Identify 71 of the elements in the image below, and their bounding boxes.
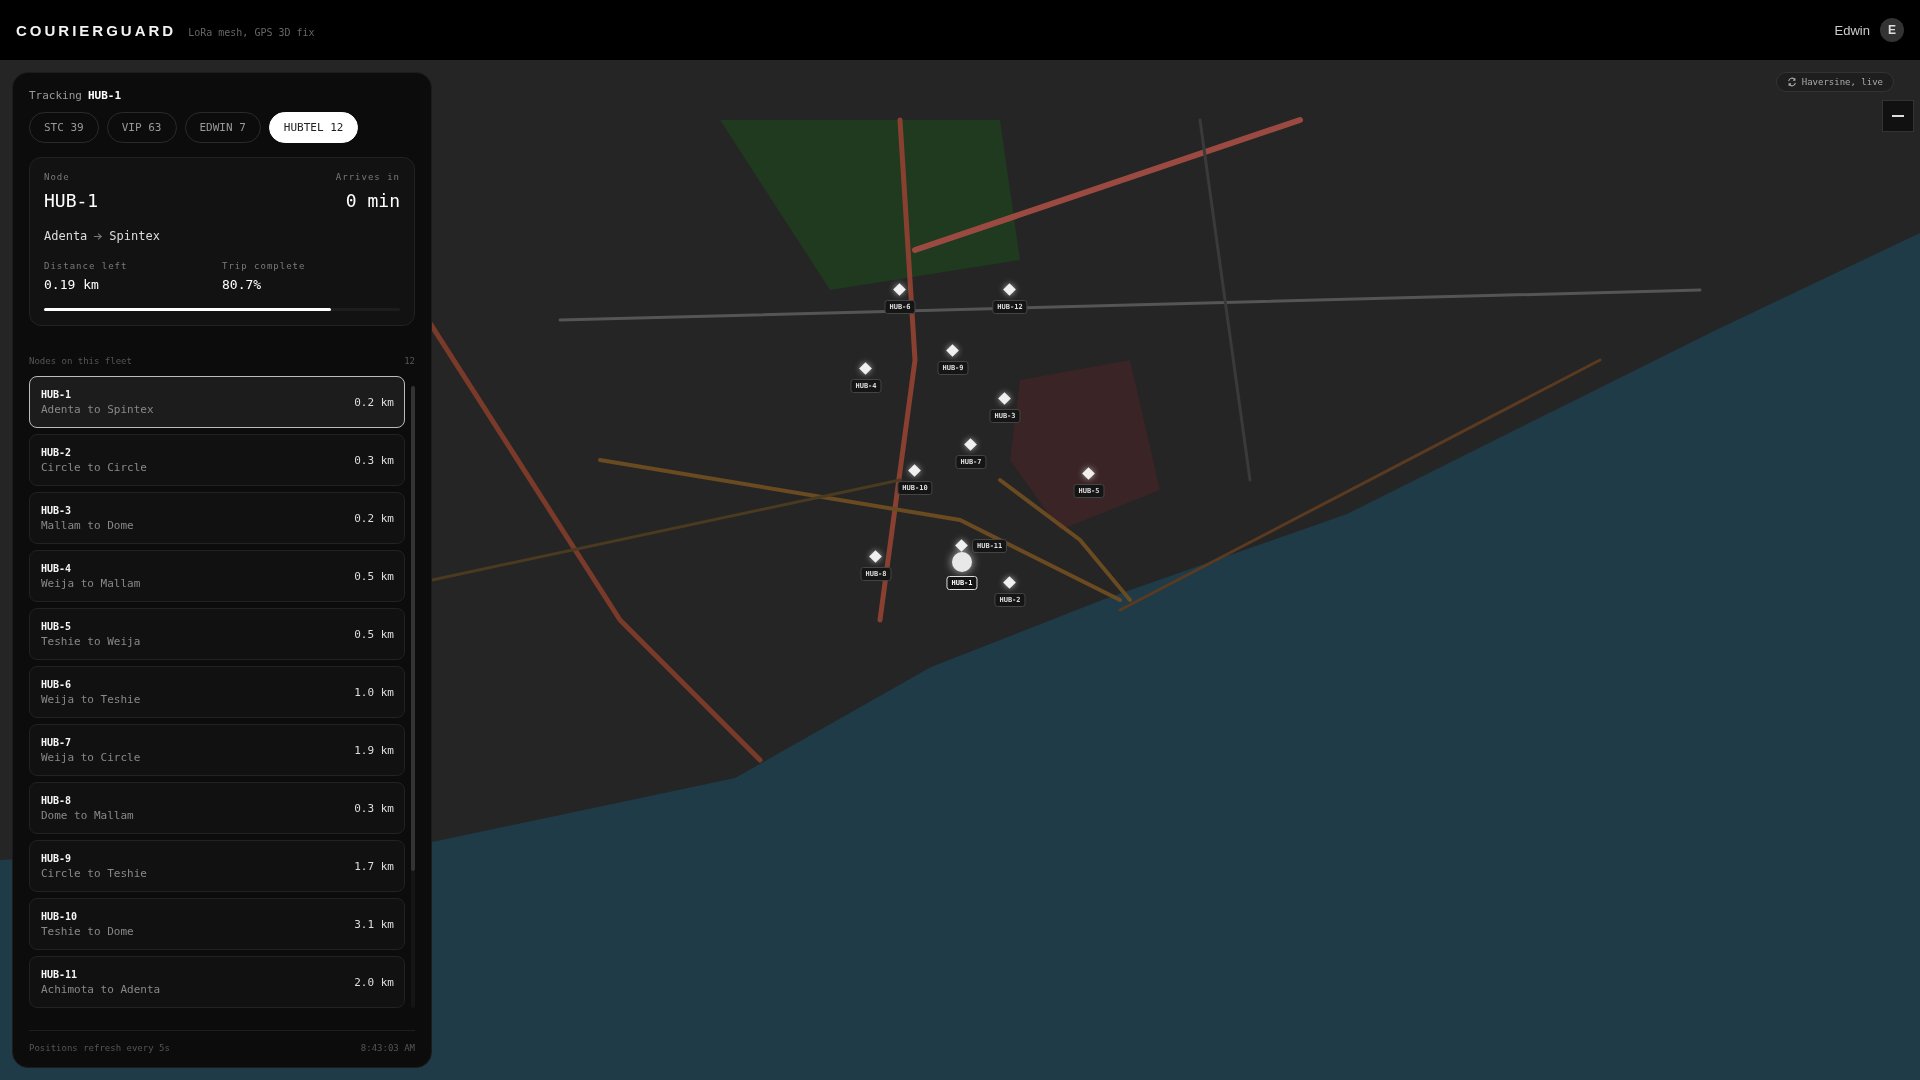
node-name: HUB-4 <box>41 562 73 574</box>
last-updated-time: 8:43:03 AM <box>360 1043 415 1053</box>
node-name: HUB-1 <box>41 388 73 400</box>
refresh-icon <box>1786 77 1797 87</box>
node-route: Dome to Mallam <box>41 808 134 822</box>
list-title: Nodes on this fleet <box>29 356 132 366</box>
route-destination: Spintex <box>109 229 160 243</box>
node-list-item[interactable]: HUB-7 Weija to Circle 1.9 km <box>29 724 405 776</box>
node-list-item[interactable]: HUB-8 Dome to Mallam 0.3 km <box>29 782 405 834</box>
eta-value: 0 min <box>345 190 400 211</box>
node-list-item[interactable]: HUB-4 Weija to Mallam 0.5 km <box>29 550 405 602</box>
scrollbar[interactable] <box>411 386 415 1008</box>
arrow-icon <box>93 231 104 241</box>
node-route: Weija to Circle <box>41 750 141 764</box>
node-route: Achimota to Adenta <box>41 982 161 996</box>
node-distance: 1.0 km <box>354 685 394 699</box>
distance-mode-chip[interactable]: Haversine, live <box>1775 72 1894 92</box>
node-route: Adenta to Spintex <box>41 402 154 416</box>
node-name: HUB-10 <box>41 910 79 922</box>
node-list-item[interactable]: HUB-10 Teshie to Dome 3.1 km <box>29 898 405 950</box>
node-distance: 2.0 km <box>354 975 394 989</box>
node-name: HUB-6 <box>41 678 73 690</box>
distance-value: 0.19 km <box>44 277 100 292</box>
distance-label: Distance left <box>44 261 129 271</box>
refresh-note: Positions refresh every 5s <box>29 1043 170 1053</box>
fleet-tab[interactable]: HUBTEL 12 <box>268 112 359 143</box>
user-name: Edwin <box>1834 22 1870 38</box>
node-list-item[interactable]: HUB-9 Circle to Teshie 1.7 km <box>29 840 405 892</box>
node-name: HUB-3 <box>41 504 73 516</box>
node-name: HUB-1 <box>44 190 99 211</box>
node-name: HUB-11 <box>41 968 79 980</box>
node-distance: 1.9 km <box>354 743 394 757</box>
node-distance: 0.2 km <box>354 511 394 525</box>
node-route: Circle to Circle <box>41 460 147 474</box>
node-route: Weija to Mallam <box>41 576 141 590</box>
node-distance: 0.3 km <box>354 801 394 815</box>
progress-label: Trip complete <box>222 261 307 271</box>
tracked-hub-title: HUB-1 <box>88 89 122 102</box>
node-route: Teshie to Dome <box>41 924 134 938</box>
node-route: Teshie to Weija <box>41 634 141 648</box>
node-list-item[interactable]: HUB-3 Mallam to Dome 0.2 km <box>29 492 405 544</box>
tracking-label: Tracking <box>29 89 82 102</box>
node-name: HUB-5 <box>41 620 73 632</box>
node-distance: 3.1 km <box>354 917 394 931</box>
route-origin: Adenta <box>44 229 88 243</box>
node-name: HUB-7 <box>41 736 73 748</box>
node-route: Weija to Teshie <box>41 692 141 706</box>
node-label: Node <box>44 172 70 182</box>
node-list-item[interactable]: HUB-11 Achimota to Adenta 2.0 km <box>29 956 405 1008</box>
node-name: HUB-2 <box>41 446 73 458</box>
subtitle: LoRa mesh, GPS 3D fix <box>188 26 315 38</box>
node-list-item[interactable]: HUB-2 Circle to Circle 0.3 km <box>29 434 405 486</box>
node-route: Mallam to Dome <box>41 518 134 532</box>
node-name: HUB-8 <box>41 794 73 806</box>
node-route: Circle to Teshie <box>41 866 147 880</box>
zoom-out-button[interactable] <box>1882 100 1914 132</box>
node-name: HUB-9 <box>41 852 73 864</box>
node-distance: 1.7 km <box>354 859 394 873</box>
node-distance: 0.2 km <box>354 395 394 409</box>
list-count: 12 <box>404 356 415 366</box>
eta-label: Arrives in <box>335 172 400 182</box>
node-distance: 0.5 km <box>354 569 394 583</box>
node-distance: 0.3 km <box>354 453 394 467</box>
node-list-item[interactable]: HUB-6 Weija to Teshie 1.0 km <box>29 666 405 718</box>
node-list-item[interactable]: HUB-1 Adenta to Spintex 0.2 km <box>29 376 405 428</box>
minus-icon <box>1892 115 1904 117</box>
brand-logo: COURIERGUARD <box>16 21 177 39</box>
progress-value: 80.7% <box>222 277 263 292</box>
node-distance: 0.5 km <box>354 627 394 641</box>
avatar[interactable]: E <box>1880 18 1904 42</box>
node-list-item[interactable]: HUB-5 Teshie to Weija 0.5 km <box>29 608 405 660</box>
